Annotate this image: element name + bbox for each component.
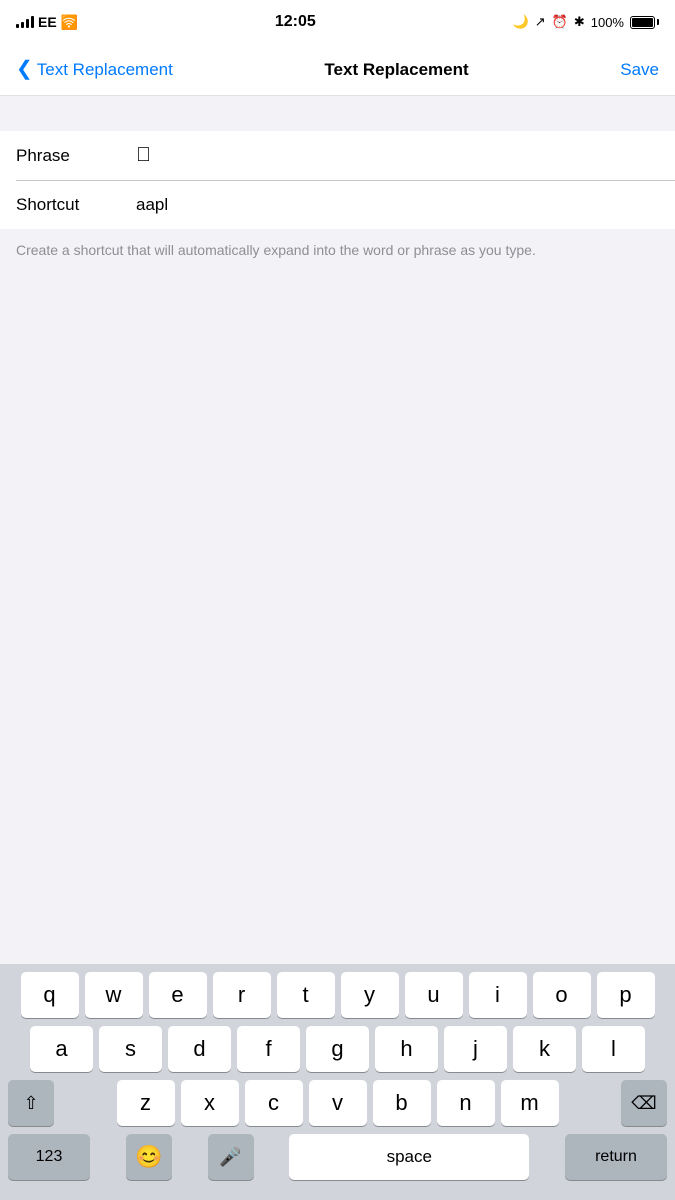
shortcut-value[interactable]: aapl xyxy=(136,195,659,215)
key-p[interactable]: p xyxy=(597,972,655,1018)
phrase-value[interactable]:  xyxy=(136,145,659,166)
location-icon: ↗ xyxy=(535,14,546,30)
key-z[interactable]: z xyxy=(117,1080,175,1126)
key-r[interactable]: r xyxy=(213,972,271,1018)
key-y[interactable]: y xyxy=(341,972,399,1018)
shortcut-row[interactable]: Shortcut aapl xyxy=(0,181,675,229)
key-t[interactable]: t xyxy=(277,972,335,1018)
back-chevron-icon: ❮ xyxy=(16,59,33,79)
key-h[interactable]: h xyxy=(375,1026,438,1072)
key-e[interactable]: e xyxy=(149,972,207,1018)
delete-icon: ⌫ xyxy=(631,1093,656,1114)
section-gap-top xyxy=(0,96,675,131)
return-key[interactable]: return xyxy=(565,1134,667,1180)
battery-percent: 100% xyxy=(591,15,624,30)
key-b[interactable]: b xyxy=(373,1080,431,1126)
description-text: Create a shortcut that will automaticall… xyxy=(0,229,675,273)
back-button[interactable]: ❮ Text Replacement xyxy=(16,60,173,80)
alarm-icon: ⏰ xyxy=(552,14,568,30)
key-k[interactable]: k xyxy=(513,1026,576,1072)
back-label: Text Replacement xyxy=(37,60,173,80)
keyboard-row-2: a s d f g h j k l xyxy=(0,1018,675,1072)
battery-icon xyxy=(630,16,659,29)
key-j[interactable]: j xyxy=(444,1026,507,1072)
key-g[interactable]: g xyxy=(306,1026,369,1072)
key-d[interactable]: d xyxy=(168,1026,231,1072)
middle-keys: z x c v b n m xyxy=(117,1080,559,1126)
key-i[interactable]: i xyxy=(469,972,527,1018)
key-s[interactable]: s xyxy=(99,1026,162,1072)
form-section: Phrase  Shortcut aapl xyxy=(0,131,675,229)
key-u[interactable]: u xyxy=(405,972,463,1018)
key-c[interactable]: c xyxy=(245,1080,303,1126)
shift-key[interactable]: ⇧ xyxy=(8,1080,54,1126)
apple-logo-icon:  xyxy=(136,144,151,166)
key-m[interactable]: m xyxy=(501,1080,559,1126)
key-n[interactable]: n xyxy=(437,1080,495,1126)
key-a[interactable]: a xyxy=(30,1026,93,1072)
status-time: 12:05 xyxy=(275,13,316,31)
moon-icon: 🌙 xyxy=(513,14,529,30)
bluetooth-icon: ✱ xyxy=(574,14,585,30)
key-w[interactable]: w xyxy=(85,972,143,1018)
save-button[interactable]: Save xyxy=(620,60,659,80)
carrier-label: EE xyxy=(38,14,57,30)
phrase-row[interactable]: Phrase  xyxy=(0,131,675,180)
key-q[interactable]: q xyxy=(21,972,79,1018)
keyboard-row-4: 123 😊 🎤 space return xyxy=(0,1126,675,1200)
key-x[interactable]: x xyxy=(181,1080,239,1126)
page-title: Text Replacement xyxy=(324,60,468,80)
wifi-icon: 🛜 xyxy=(61,14,78,31)
nav-bar: ❮ Text Replacement Text Replacement Save xyxy=(0,44,675,96)
space-key[interactable]: space xyxy=(289,1134,529,1180)
status-left: EE 🛜 xyxy=(16,14,78,31)
numbers-key[interactable]: 123 xyxy=(8,1134,90,1180)
status-bar: EE 🛜 12:05 🌙 ↗ ⏰ ✱ 100% xyxy=(0,0,675,44)
delete-key[interactable]: ⌫ xyxy=(621,1080,667,1126)
key-f[interactable]: f xyxy=(237,1026,300,1072)
mic-key[interactable]: 🎤 xyxy=(208,1134,254,1180)
keyboard-row-3: ⇧ z x c v b n m ⌫ xyxy=(0,1072,675,1126)
shortcut-label: Shortcut xyxy=(16,195,136,215)
signal-bars-icon xyxy=(16,16,34,28)
key-v[interactable]: v xyxy=(309,1080,367,1126)
keyboard: q w e r t y u i o p a s d f g h j k l ⇧ … xyxy=(0,964,675,1200)
key-o[interactable]: o xyxy=(533,972,591,1018)
key-l[interactable]: l xyxy=(582,1026,645,1072)
keyboard-row-1: q w e r t y u i o p xyxy=(0,964,675,1018)
phrase-label: Phrase xyxy=(16,146,136,166)
emoji-key[interactable]: 😊 xyxy=(126,1134,172,1180)
status-right: 🌙 ↗ ⏰ ✱ 100% xyxy=(513,14,659,30)
